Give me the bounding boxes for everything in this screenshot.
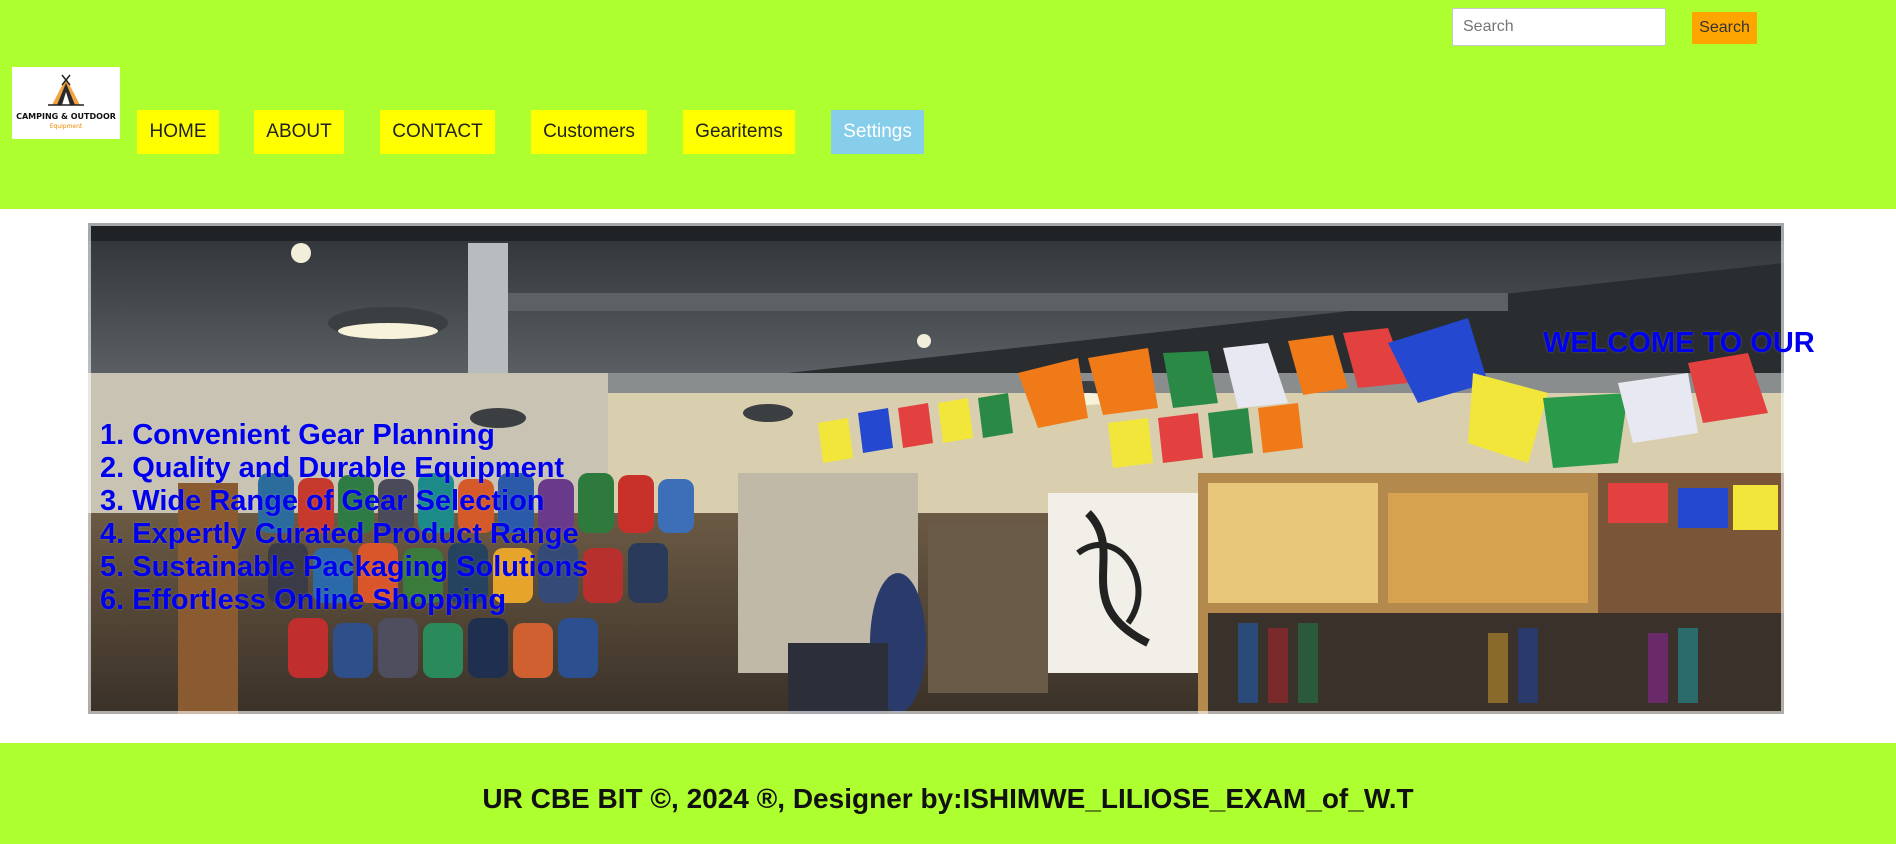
nav-customers[interactable]: Customers	[531, 110, 647, 154]
logo-subtitle: Equipment	[50, 123, 83, 130]
feature-item: 1. Convenient Gear Planning	[100, 419, 495, 451]
feature-item: 2. Quality and Durable Equipment	[100, 452, 565, 484]
welcome-heading: WELCOME TO OUR	[1543, 327, 1815, 359]
nav-home[interactable]: HOME	[137, 110, 219, 154]
logo-title: CAMPING & OUTDOOR	[16, 112, 116, 121]
footer-copyright: UR CBE BIT ©, 2024 ®, Designer by:ISHIMW…	[482, 783, 1414, 814]
nav-settings[interactable]: Settings	[831, 110, 924, 154]
nav-contact[interactable]: CONTACT	[380, 110, 495, 154]
nav-gearitems[interactable]: Gearitems	[683, 110, 795, 154]
feature-item: 6. Effortless Online Shopping	[100, 584, 507, 616]
search-button[interactable]: Search	[1692, 12, 1757, 44]
nav-about[interactable]: ABOUT	[254, 110, 344, 154]
header-bar: Search CAMPING & OUTDOOR Equipment HOME …	[0, 0, 1896, 209]
feature-item: 4. Expertly Curated Product Range	[100, 518, 579, 550]
footer-bar: UR CBE BIT ©, 2024 ®, Designer by:ISHIMW…	[0, 743, 1896, 844]
site-logo[interactable]: CAMPING & OUTDOOR Equipment	[12, 67, 120, 139]
feature-item: 3. Wide Range of Gear Selection	[100, 485, 545, 517]
tent-icon: CAMPING & OUTDOOR Equipment	[12, 67, 120, 139]
feature-item: 5. Sustainable Packaging Solutions	[100, 551, 589, 583]
search-input[interactable]	[1452, 8, 1666, 46]
features-list: 1. Convenient Gear Planning 2. Quality a…	[100, 419, 588, 617]
